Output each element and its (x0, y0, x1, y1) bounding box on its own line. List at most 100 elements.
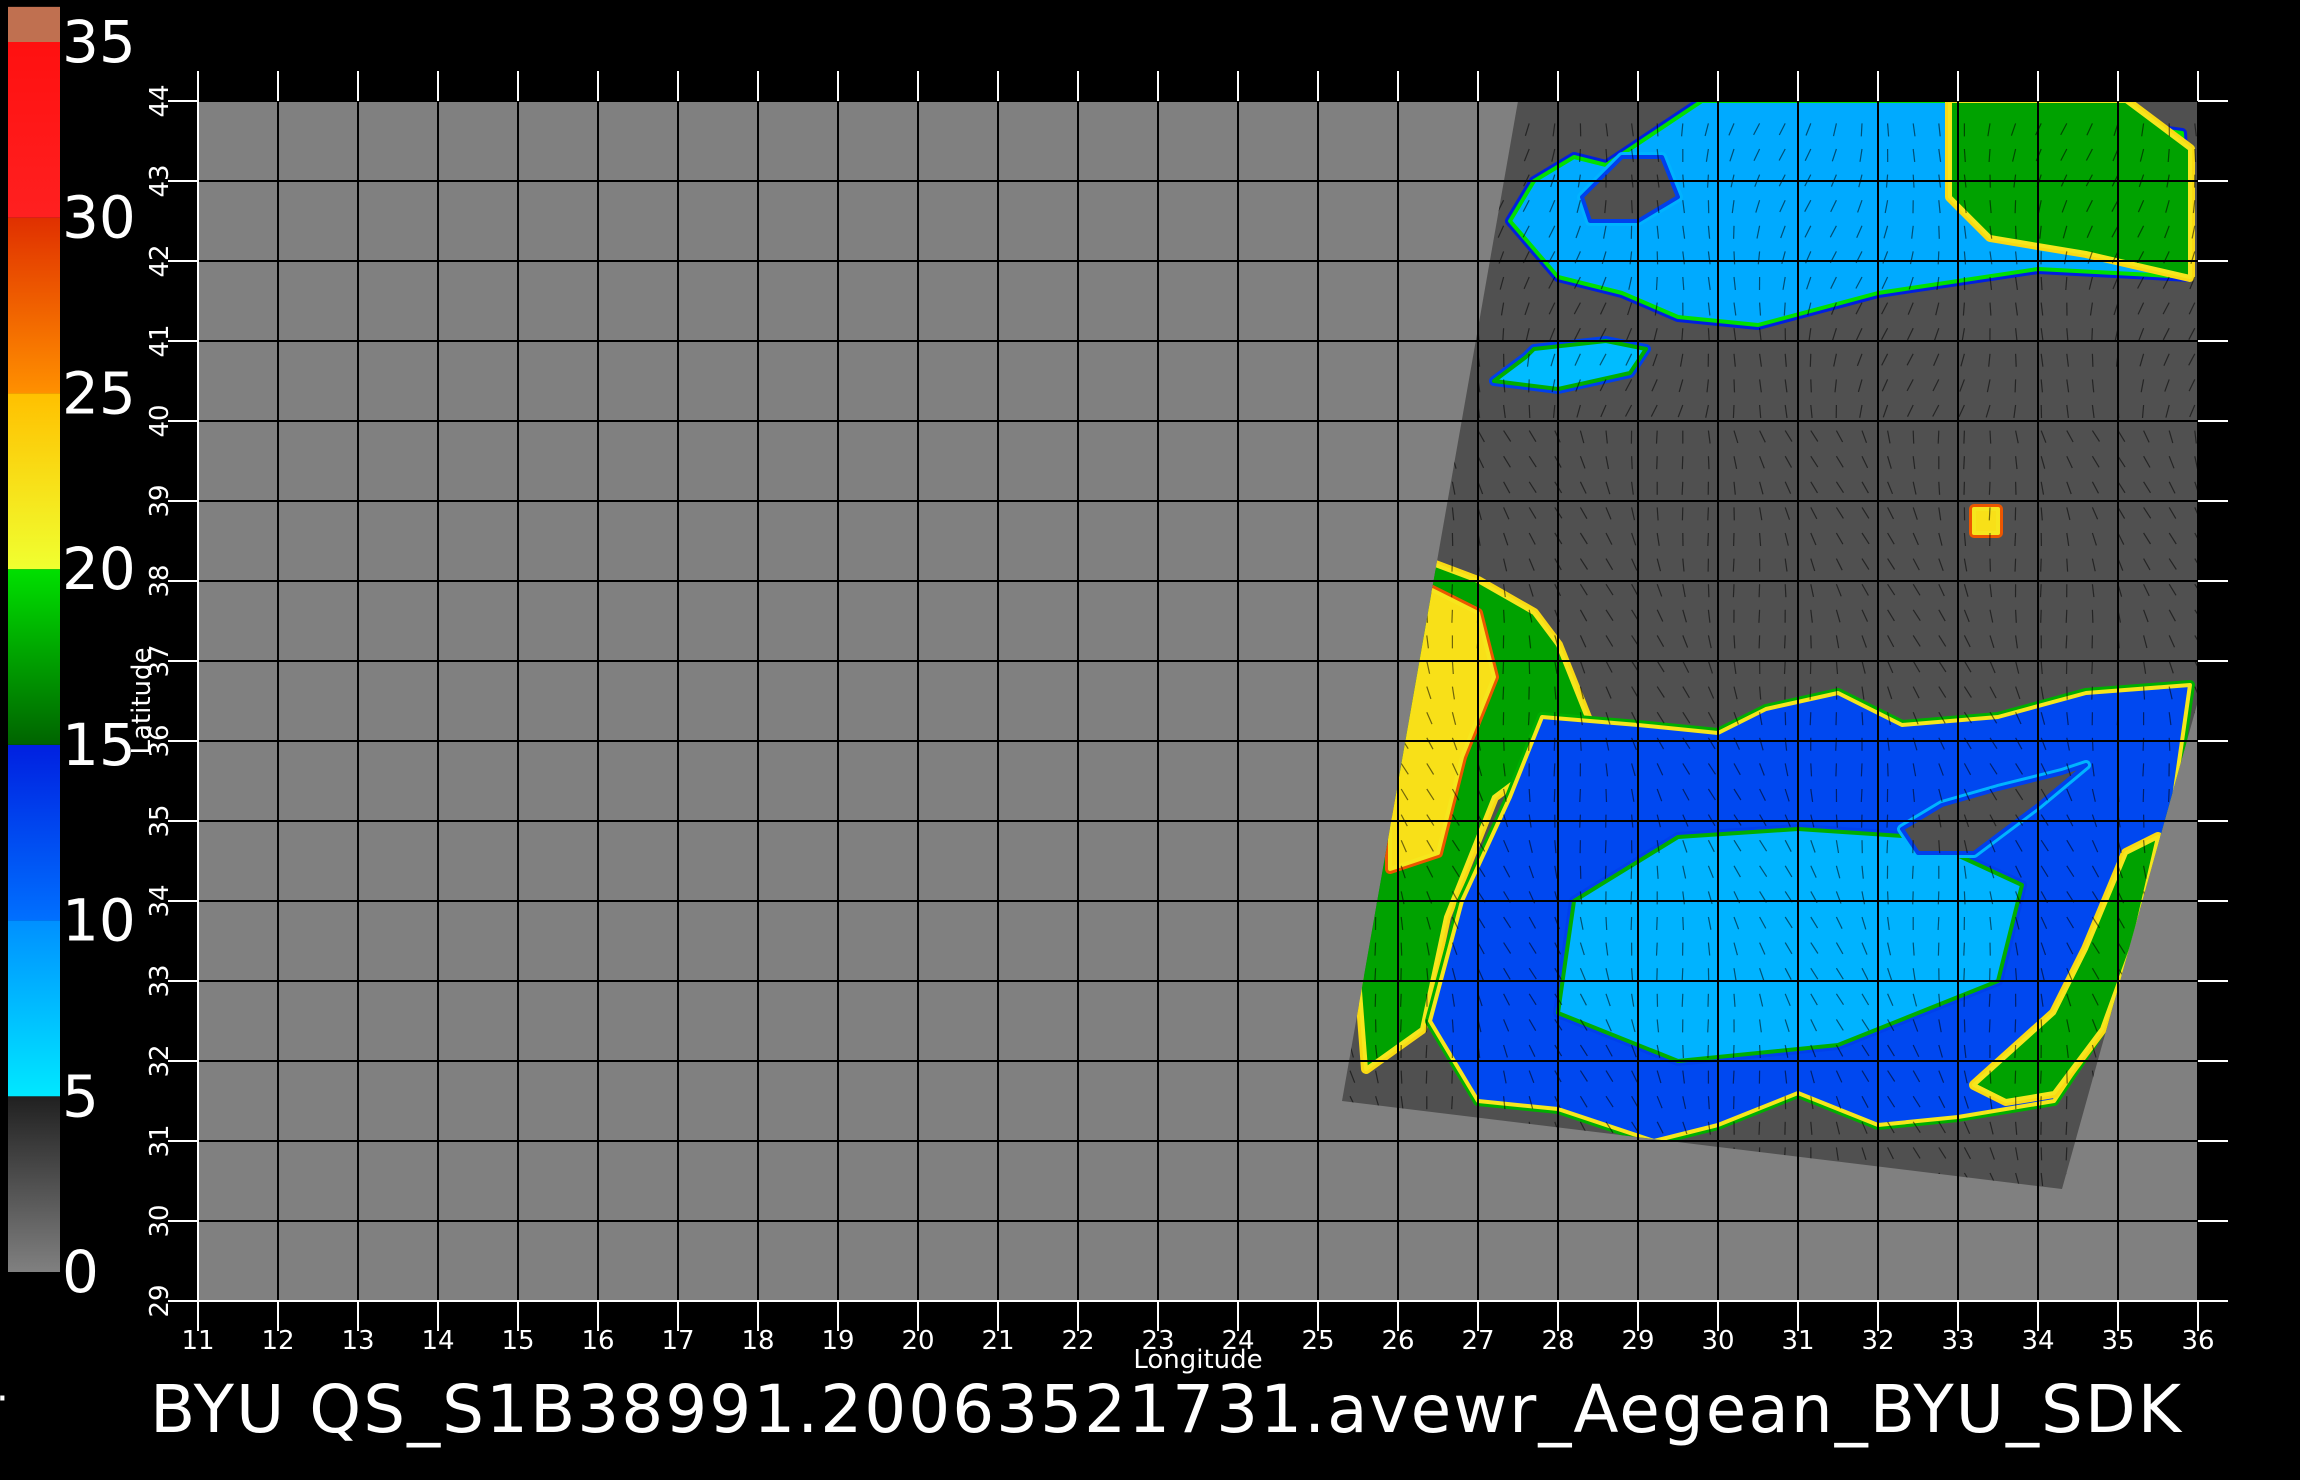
wind-vector (1631, 200, 1633, 214)
colorbar-tick-label: 35 (62, 8, 136, 76)
wind-vector (1732, 584, 1735, 598)
wind-vector (1400, 1019, 1402, 1033)
wind-vector (2015, 225, 2017, 239)
wind-vector (1553, 737, 1556, 751)
wind-vector (1502, 686, 1505, 700)
wind-vector (1707, 456, 1710, 470)
colorbar-tick-label: 5 (62, 1062, 99, 1130)
wind-vector (2014, 1044, 2017, 1059)
wind-vector (1937, 891, 1940, 905)
wind-vector (1707, 328, 1710, 342)
wind-vector (1809, 686, 1812, 700)
wind-vector (2039, 1096, 2042, 1110)
y-tick-label: 29 (145, 1284, 175, 1317)
x-tick-label: 21 (981, 1326, 1014, 1356)
wind-vector (1937, 430, 1940, 444)
wind-vector (2039, 584, 2042, 598)
x-tick-label: 20 (901, 1326, 934, 1356)
x-tick-label: 34 (2021, 1326, 2054, 1356)
wind-vector (1732, 558, 1735, 572)
x-tick-label: 30 (1701, 1326, 1734, 1356)
wind-vector (1451, 609, 1453, 623)
wind-vector (1810, 379, 1812, 393)
wind-vector (2040, 558, 2042, 572)
colorbar-segment (8, 744, 60, 921)
wind-vector (1937, 916, 1940, 931)
x-tick-label: 33 (1941, 1326, 1974, 1356)
wind-vector (1655, 430, 1658, 444)
wind-vector (1707, 584, 1710, 598)
wind-vector (1707, 1044, 1709, 1059)
wind-vector (2014, 1070, 2017, 1084)
wind-vector (2091, 660, 2093, 675)
wind-vector (1758, 609, 1761, 623)
region-tuz-lake (1972, 507, 2000, 535)
wind-vector (1400, 942, 1403, 956)
wind-vector (1860, 788, 1863, 803)
y-tick-label: 35 (145, 804, 175, 837)
wind-vector (2040, 276, 2043, 291)
wind-vector (1553, 788, 1556, 803)
wind-vector (2015, 353, 2017, 367)
wind-vector (1938, 225, 1940, 239)
colorbar-tick-label: 25 (62, 359, 136, 427)
wind-vector (2014, 200, 2017, 214)
wind-vector (1988, 993, 1991, 1007)
x-tick-label: 27 (1461, 1326, 1494, 1356)
wind-vector (1605, 788, 1608, 803)
x-tick-label: 32 (1861, 1326, 1894, 1356)
wind-vector (1988, 481, 1991, 495)
wind-vector (1400, 993, 1402, 1007)
wind-vector (1528, 379, 1530, 393)
wind-vector (1451, 1096, 1453, 1110)
wind-vector (1861, 712, 1864, 726)
wind-vector (2065, 1147, 2068, 1161)
wind-vector (2091, 737, 2094, 751)
wind-vector (1988, 1019, 1991, 1033)
y-tick-label: 39 (145, 484, 175, 517)
x-tick-label: 18 (741, 1326, 774, 1356)
wind-vector (2014, 532, 2017, 547)
wind-vector (1630, 891, 1633, 905)
wind-vector (1887, 891, 1889, 905)
colorbar (8, 6, 60, 1272)
wind-vector (1502, 328, 1505, 342)
y-tick-label: 33 (145, 964, 175, 997)
y-axis-label: Latitude (127, 647, 157, 754)
wind-vector (1810, 763, 1813, 777)
wind-vector (2065, 609, 2068, 623)
wind-vector (1732, 404, 1735, 419)
wind-vector (1707, 532, 1709, 547)
wind-vector (1963, 942, 1965, 956)
wind-vector (1579, 148, 1581, 163)
wind-vector (2014, 1019, 2017, 1033)
colorbar-segment (8, 217, 60, 394)
wind-vector (1758, 635, 1761, 649)
wind-vector (1579, 788, 1581, 803)
wind-vector (1451, 1070, 1453, 1084)
colorbar-tick-label: 20 (62, 535, 136, 603)
wind-speed-map-figure: 0 5 10 15 20 25 30 35 11 12 13 14 15 16 17 18 19 20 21 22 2… (0, 6, 2228, 1448)
wind-vector (2015, 609, 2017, 623)
wind-vector (1988, 507, 1991, 521)
colorbar-segment (8, 569, 60, 745)
wind-vector (1989, 1070, 1992, 1084)
x-tick-label: 31 (1781, 1326, 1814, 1356)
wind-vector (2040, 609, 2042, 623)
wind-vector (1503, 609, 1505, 623)
x-tick-label: 36 (2181, 1326, 2214, 1356)
wind-vector (1732, 1044, 1735, 1059)
wind-vector (1938, 481, 1941, 495)
wind-vector (1682, 916, 1684, 931)
x-tick-label: 29 (1621, 1326, 1654, 1356)
wind-vector (1400, 1070, 1403, 1084)
x-tick-label: 26 (1381, 1326, 1414, 1356)
wind-vector (1528, 737, 1530, 751)
wind-vector (1809, 353, 1812, 367)
wind-vector (1451, 584, 1453, 598)
y-tick-label: 40 (145, 404, 175, 437)
wind-vector (1860, 763, 1863, 777)
x-tick-label: 16 (581, 1326, 614, 1356)
colorbar-segment (8, 1096, 60, 1272)
wind-vector (1374, 942, 1377, 956)
